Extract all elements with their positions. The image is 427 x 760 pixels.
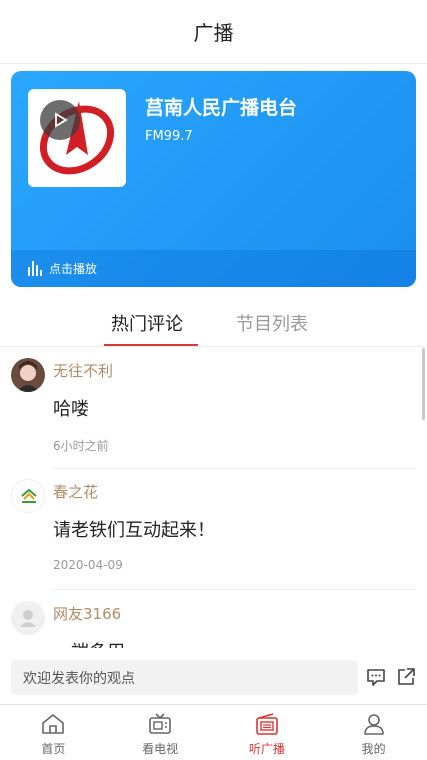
tab-program-list[interactable]: 节目列表: [236, 310, 308, 336]
comment-text: 一端多用: [53, 638, 125, 648]
bottom-nav: 首页 看电视 听广播 我的: [0, 704, 427, 760]
comment-username[interactable]: 春之花: [53, 481, 98, 502]
nav-radio[interactable]: 听广播: [214, 705, 321, 760]
nav-label: 首页: [41, 742, 66, 756]
play-label: 点击播放: [49, 262, 98, 276]
nav-label: 看电视: [142, 742, 179, 756]
comment-list[interactable]: 无往不利 哈喽 6小时之前 春之花 请老铁们互动起来！ 2020-04-09 网…: [0, 348, 427, 648]
comment-time: 2020-04-09: [53, 558, 123, 572]
station-logo: [28, 89, 126, 187]
nav-label: 我的: [361, 742, 386, 756]
nav-label: 听广播: [248, 742, 285, 756]
audio-bars-icon: [28, 261, 42, 276]
radio-icon: [256, 713, 278, 735]
divider: [53, 589, 416, 590]
nav-tv[interactable]: 看电视: [107, 705, 214, 760]
play-button[interactable]: [40, 100, 80, 140]
home-icon: [42, 714, 65, 734]
comment-username[interactable]: 无往不利: [53, 360, 113, 381]
user-icon: [363, 714, 384, 735]
play-icon: [55, 112, 68, 128]
comment-input-bar: 欢迎发表你的观点: [0, 652, 427, 704]
station-card[interactable]: 莒南人民广播电台 FM99.7 点击播放: [11, 71, 416, 287]
comment-text: 请老铁们互动起来！: [53, 520, 215, 541]
station-name: 莒南人民广播电台: [145, 97, 298, 119]
comment-time: 6小时之前: [53, 439, 109, 453]
tv-icon: [149, 713, 171, 734]
comment-username[interactable]: 网友3166: [53, 603, 121, 624]
avatar[interactable]: [11, 601, 45, 635]
chat-icon: [367, 669, 385, 686]
comment-input[interactable]: 欢迎发表你的观点: [11, 660, 358, 695]
play-strip[interactable]: 点击播放: [11, 250, 416, 287]
tab-hot-comments[interactable]: 热门评论: [111, 310, 183, 336]
top-bar: 广播: [0, 0, 427, 64]
avatar[interactable]: [11, 358, 45, 392]
page-title: 广播: [193, 21, 234, 45]
comments-button[interactable]: [365, 666, 387, 688]
nav-profile[interactable]: 我的: [320, 705, 427, 760]
nav-home[interactable]: 首页: [0, 705, 107, 760]
share-icon: [398, 668, 415, 685]
comment-text: 哈喽: [53, 399, 89, 420]
scrollbar[interactable]: [422, 348, 425, 420]
share-button[interactable]: [395, 666, 417, 688]
tab-indicator: [104, 344, 198, 346]
station-frequency: FM99.7: [145, 129, 193, 144]
tab-bar: 热门评论 节目列表: [0, 300, 427, 347]
divider: [53, 468, 416, 469]
avatar[interactable]: [11, 479, 45, 513]
